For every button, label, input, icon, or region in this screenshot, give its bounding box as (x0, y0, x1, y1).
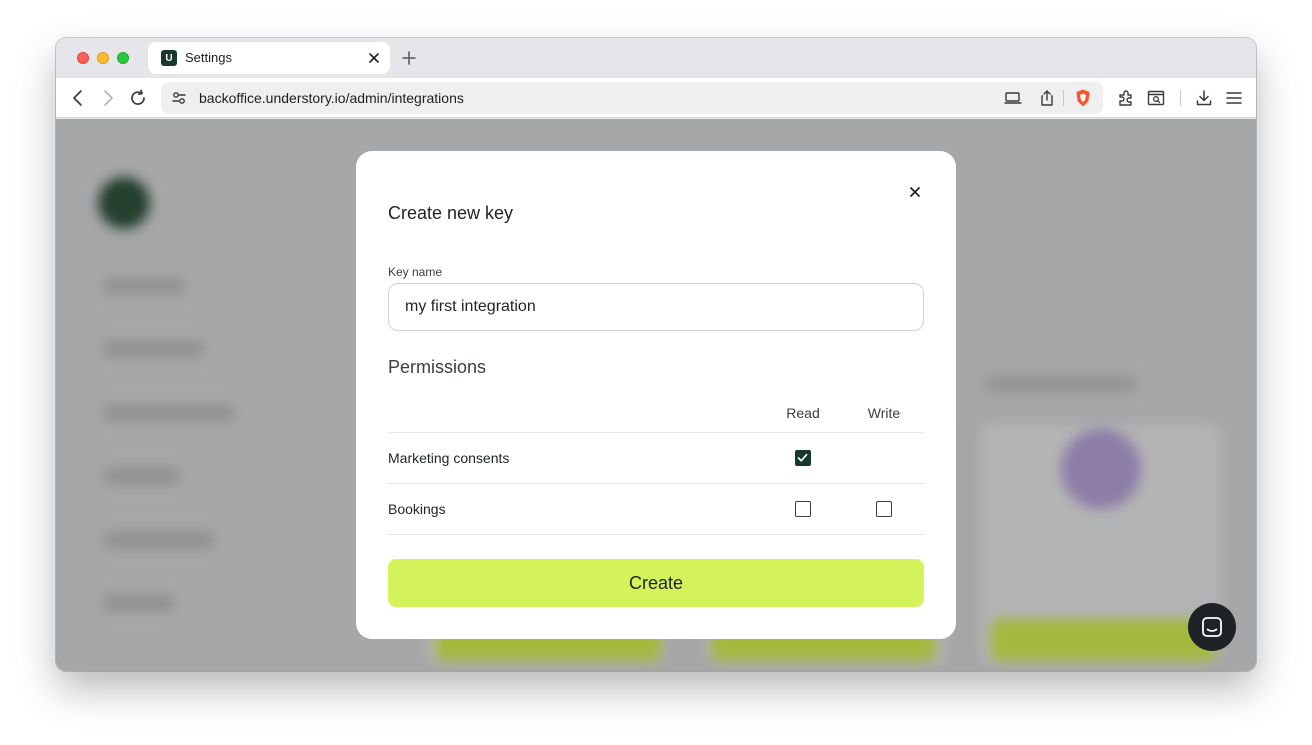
sidebar-item (104, 278, 184, 294)
share-icon[interactable] (1037, 88, 1057, 108)
site-settings-icon[interactable] (169, 88, 189, 108)
page-overlay: Create new key Key name Permissions Read… (56, 119, 1256, 671)
tab-strip: U Settings (56, 38, 1256, 78)
section-heading (986, 377, 1136, 391)
marketing-consents-read-checkbox[interactable] (795, 450, 811, 466)
zoom-window-button[interactable] (117, 52, 129, 64)
url-divider (1063, 90, 1064, 106)
browser-window: U Settings backoffice.understory.io/admi… (56, 38, 1256, 671)
sidebar-search-icon[interactable] (1146, 88, 1166, 108)
close-tab-icon[interactable] (366, 50, 382, 66)
write-column-header: Write (867, 405, 901, 421)
browser-toolbar: backoffice.understory.io/admin/integrati… (56, 78, 1256, 118)
table-divider (388, 432, 924, 433)
sidebar-item (104, 468, 179, 484)
avatar (98, 177, 150, 229)
bookings-read-checkbox[interactable] (795, 501, 811, 517)
table-divider (388, 483, 924, 484)
integration-logo (1061, 429, 1141, 509)
read-column-header: Read (786, 405, 820, 421)
forward-icon[interactable] (98, 88, 118, 108)
permission-row-label: Bookings (388, 501, 446, 517)
bookings-write-checkbox[interactable] (876, 501, 892, 517)
toolbar-divider (1180, 90, 1181, 106)
reload-icon[interactable] (128, 88, 148, 108)
menu-icon[interactable] (1224, 88, 1244, 108)
understory-favicon-icon: U (161, 50, 177, 66)
create-key-dialog: Create new key Key name Permissions Read… (356, 151, 956, 639)
back-icon[interactable] (68, 88, 88, 108)
brave-shields-icon[interactable] (1073, 88, 1093, 108)
close-window-button[interactable] (77, 52, 89, 64)
tab-title: Settings (185, 50, 232, 65)
chat-icon (1202, 617, 1222, 637)
url-text: backoffice.understory.io/admin/integrati… (199, 90, 464, 106)
cast-device-icon[interactable] (1003, 88, 1023, 108)
create-button[interactable]: Create (388, 559, 924, 607)
close-icon[interactable] (906, 183, 924, 201)
key-name-label: Key name (388, 265, 443, 279)
address-bar[interactable]: backoffice.understory.io/admin/integrati… (161, 82, 1103, 114)
chat-launcher-button[interactable] (1188, 603, 1236, 651)
new-tab-icon[interactable] (400, 49, 418, 67)
sidebar-item (104, 405, 234, 421)
card-button (991, 619, 1216, 661)
sidebar-item (104, 532, 214, 548)
dialog-title: Create new key (388, 203, 514, 223)
permissions-heading: Permissions (388, 357, 487, 377)
extensions-icon[interactable] (1116, 88, 1136, 108)
checkmark-icon (797, 453, 808, 462)
minimize-window-button[interactable] (97, 52, 109, 64)
sidebar-item (104, 341, 204, 357)
sidebar-item (104, 595, 174, 611)
key-name-input[interactable] (388, 283, 924, 331)
permission-row-label: Marketing consents (388, 450, 510, 466)
browser-tab-settings[interactable]: U Settings (148, 42, 390, 74)
downloads-icon[interactable] (1194, 88, 1214, 108)
table-divider (388, 534, 924, 535)
